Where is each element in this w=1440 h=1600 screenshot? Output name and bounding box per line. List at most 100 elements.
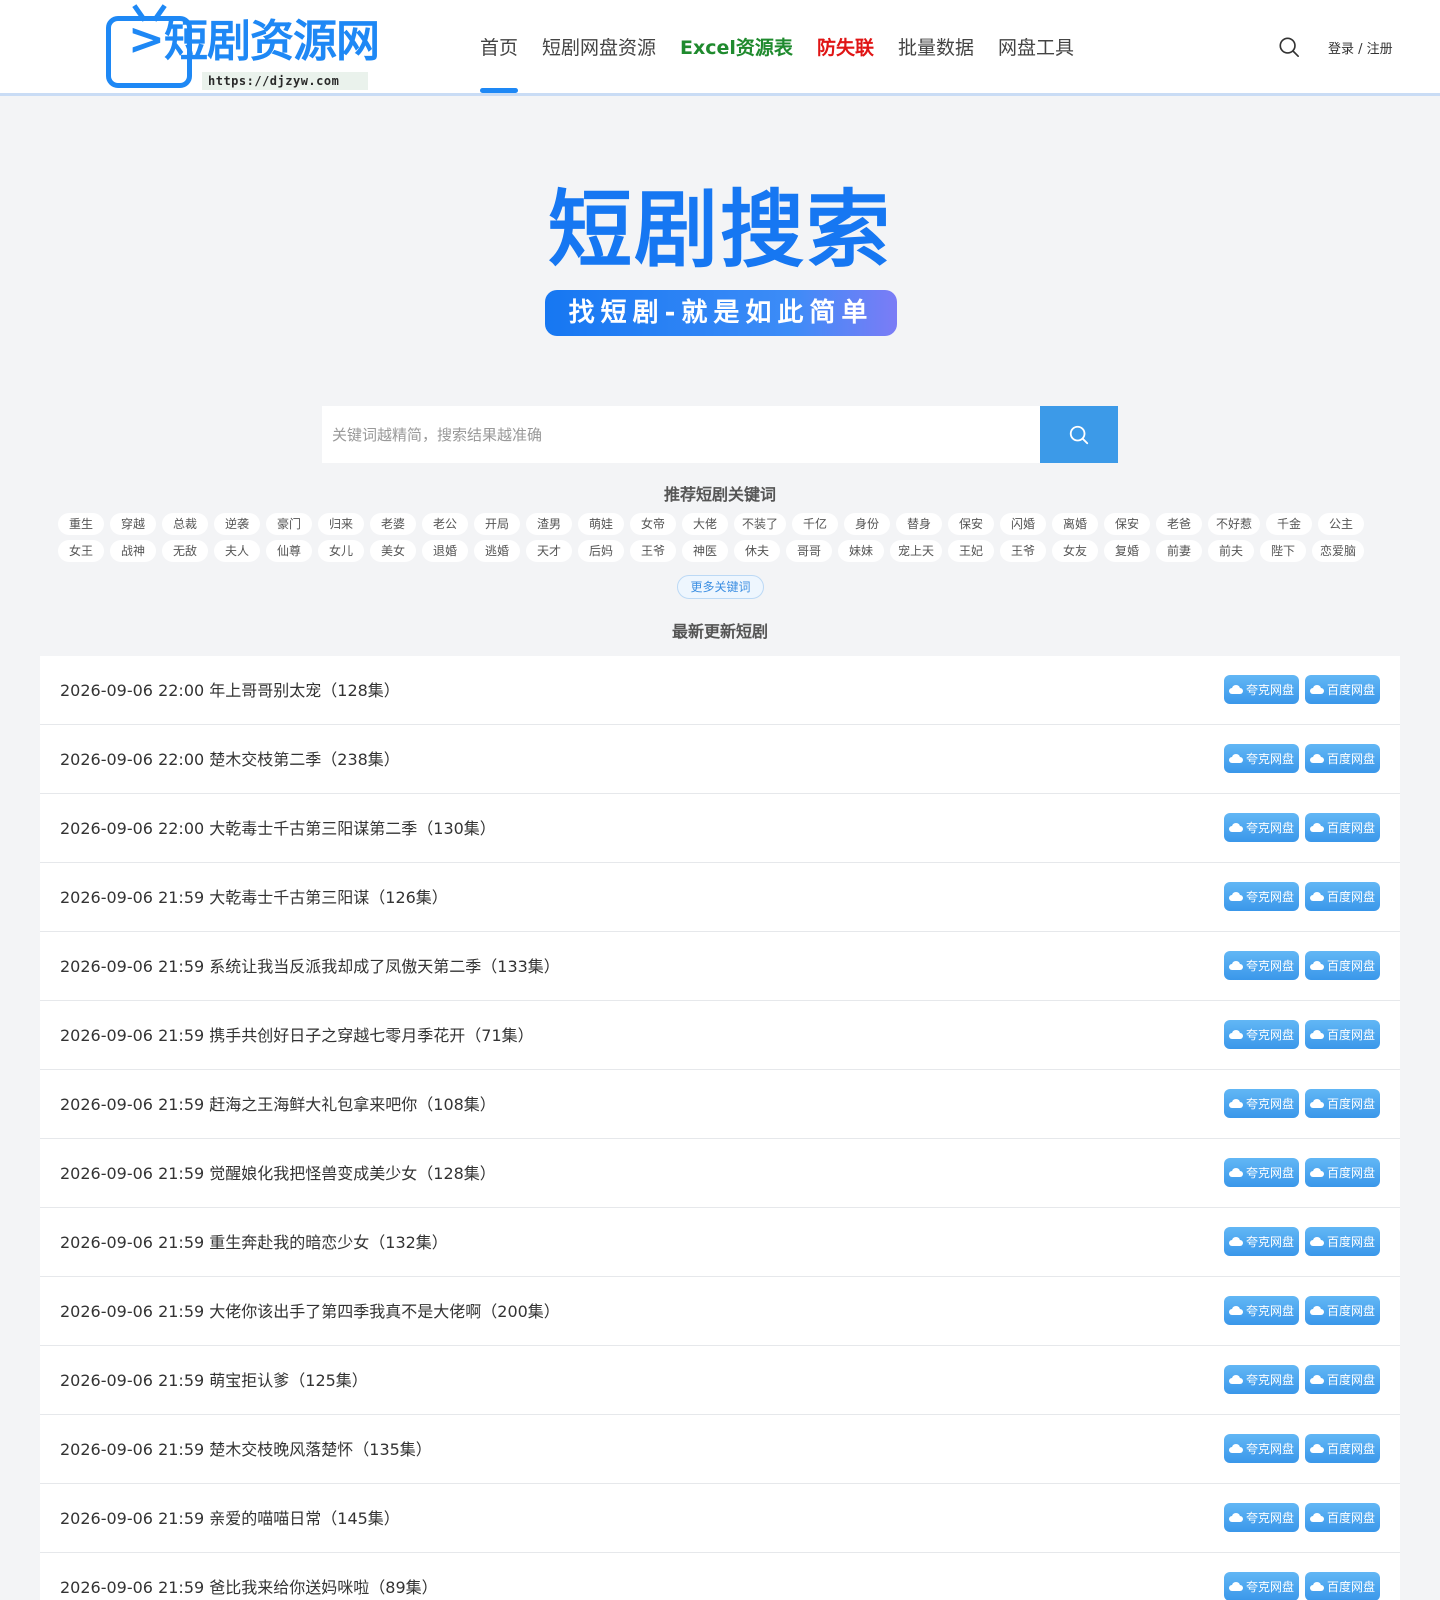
quark-pan-button[interactable]: 夸克网盘 — [1224, 1296, 1299, 1325]
keyword-tag[interactable]: 美女 — [370, 540, 416, 562]
baidu-pan-button[interactable]: 百度网盘 — [1305, 675, 1380, 704]
keyword-tag[interactable]: 哥哥 — [786, 540, 832, 562]
search-button[interactable] — [1040, 406, 1118, 463]
keyword-tag[interactable]: 逆袭 — [214, 513, 260, 535]
drama-link[interactable]: 2026-09-06 21:59 觉醒娘化我把怪兽变成美少女（128集） — [60, 1160, 496, 1184]
baidu-pan-button[interactable]: 百度网盘 — [1305, 1158, 1380, 1187]
search-input[interactable] — [322, 406, 1040, 463]
baidu-pan-button[interactable]: 百度网盘 — [1305, 1296, 1380, 1325]
keyword-tag[interactable]: 不装了 — [734, 513, 787, 535]
keyword-tag[interactable]: 渣男 — [526, 513, 572, 535]
quark-pan-button[interactable]: 夸克网盘 — [1224, 1020, 1299, 1049]
keyword-tag[interactable]: 身份 — [844, 513, 891, 535]
keyword-tag[interactable]: 夫人 — [214, 540, 260, 562]
baidu-pan-button[interactable]: 百度网盘 — [1305, 1365, 1380, 1394]
nav-item[interactable]: 短剧网盘资源 — [542, 0, 656, 96]
keyword-tag[interactable]: 恋爱脑 — [1312, 540, 1365, 562]
keyword-tag[interactable]: 女儿 — [318, 540, 364, 562]
keyword-tag[interactable]: 女友 — [1052, 540, 1099, 562]
drama-link[interactable]: 2026-09-06 21:59 赶海之王海鲜大礼包拿来吧你（108集） — [60, 1091, 496, 1115]
baidu-pan-button[interactable]: 百度网盘 — [1305, 1089, 1380, 1118]
keyword-tag[interactable]: 前妻 — [1156, 540, 1203, 562]
quark-pan-button[interactable]: 夸克网盘 — [1224, 1434, 1299, 1463]
keyword-tag[interactable]: 天才 — [526, 540, 572, 562]
site-logo[interactable]: > 短剧资源网 https://djzyw.com — [106, 6, 380, 90]
keyword-tag[interactable]: 宠上天 — [890, 540, 943, 562]
keyword-tag[interactable]: 后妈 — [578, 540, 624, 562]
keyword-tag[interactable]: 不好惹 — [1208, 513, 1261, 535]
quark-pan-button[interactable]: 夸克网盘 — [1224, 1158, 1299, 1187]
nav-item[interactable]: 网盘工具 — [998, 0, 1074, 96]
keyword-tag[interactable]: 千金 — [1266, 513, 1313, 535]
keyword-tag[interactable]: 仙尊 — [266, 540, 312, 562]
baidu-pan-button[interactable]: 百度网盘 — [1305, 813, 1380, 842]
drama-link[interactable]: 2026-09-06 21:59 重生奔赴我的暗恋少女（132集） — [60, 1229, 448, 1253]
quark-pan-button[interactable]: 夸克网盘 — [1224, 675, 1299, 704]
keyword-tag[interactable]: 公主 — [1318, 513, 1365, 535]
quark-pan-button[interactable]: 夸克网盘 — [1224, 1503, 1299, 1532]
keyword-tag[interactable]: 替身 — [896, 513, 943, 535]
keyword-tag[interactable]: 退婚 — [422, 540, 468, 562]
keyword-tag[interactable]: 千亿 — [792, 513, 839, 535]
baidu-pan-button[interactable]: 百度网盘 — [1305, 1503, 1380, 1532]
baidu-pan-button[interactable]: 百度网盘 — [1305, 1572, 1380, 1600]
keyword-tag[interactable]: 老婆 — [370, 513, 416, 535]
keyword-tag[interactable]: 前夫 — [1208, 540, 1255, 562]
keyword-tag[interactable]: 归来 — [318, 513, 364, 535]
keyword-tag[interactable]: 萌娃 — [578, 513, 624, 535]
baidu-pan-button[interactable]: 百度网盘 — [1305, 1434, 1380, 1463]
keyword-tag[interactable]: 保安 — [1104, 513, 1151, 535]
nav-item[interactable]: 防失联 — [817, 0, 874, 96]
drama-link[interactable]: 2026-09-06 22:00 大乾毒士千古第三阳谋第二季（130集） — [60, 815, 496, 839]
drama-link[interactable]: 2026-09-06 21:59 亲爱的喵喵日常（145集） — [60, 1505, 400, 1529]
baidu-pan-button[interactable]: 百度网盘 — [1305, 1227, 1380, 1256]
keyword-tag[interactable]: 大佬 — [682, 513, 728, 535]
keyword-tag[interactable]: 王爷 — [1000, 540, 1047, 562]
quark-pan-button[interactable]: 夸克网盘 — [1224, 1089, 1299, 1118]
quark-pan-button[interactable]: 夸克网盘 — [1224, 1227, 1299, 1256]
keyword-tag[interactable]: 重生 — [58, 513, 104, 535]
keyword-tag[interactable]: 无敌 — [162, 540, 208, 562]
baidu-pan-button[interactable]: 百度网盘 — [1305, 1020, 1380, 1049]
keyword-tag[interactable]: 开局 — [474, 513, 520, 535]
keyword-tag[interactable]: 女帝 — [630, 513, 676, 535]
nav-item[interactable]: 首页 — [480, 0, 519, 96]
keyword-tag[interactable]: 陛下 — [1260, 540, 1307, 562]
keyword-tag[interactable]: 女王 — [58, 540, 104, 562]
more-keywords-button[interactable]: 更多关键词 — [677, 575, 764, 599]
quark-pan-button[interactable]: 夸克网盘 — [1224, 744, 1299, 773]
drama-link[interactable]: 2026-09-06 21:59 系统让我当反派我却成了凤傲天第二季（133集） — [60, 953, 560, 977]
keyword-tag[interactable]: 闪婚 — [1000, 513, 1047, 535]
search-icon[interactable] — [1278, 36, 1300, 58]
drama-link[interactable]: 2026-09-06 22:00 楚木交枝第二季（238集） — [60, 746, 400, 770]
quark-pan-button[interactable]: 夸克网盘 — [1224, 813, 1299, 842]
keyword-tag[interactable]: 战神 — [110, 540, 156, 562]
keyword-tag[interactable]: 王妃 — [948, 540, 995, 562]
quark-pan-button[interactable]: 夸克网盘 — [1224, 1365, 1299, 1394]
baidu-pan-button[interactable]: 百度网盘 — [1305, 744, 1380, 773]
keyword-tag[interactable]: 老公 — [422, 513, 468, 535]
login-register-link[interactable]: 登录 / 注册 — [1328, 38, 1393, 57]
keyword-tag[interactable]: 豪门 — [266, 513, 312, 535]
drama-link[interactable]: 2026-09-06 21:59 携手共创好日子之穿越七零月季花开（71集） — [60, 1022, 534, 1046]
drama-link[interactable]: 2026-09-06 21:59 萌宝拒认爹（125集） — [60, 1367, 368, 1391]
baidu-pan-button[interactable]: 百度网盘 — [1305, 951, 1380, 980]
keyword-tag[interactable]: 神医 — [682, 540, 728, 562]
keyword-tag[interactable]: 离婚 — [1052, 513, 1099, 535]
keyword-tag[interactable]: 王爷 — [630, 540, 676, 562]
keyword-tag[interactable]: 复婚 — [1104, 540, 1151, 562]
keyword-tag[interactable]: 保安 — [948, 513, 995, 535]
quark-pan-button[interactable]: 夸克网盘 — [1224, 951, 1299, 980]
keyword-tag[interactable]: 老爸 — [1156, 513, 1203, 535]
keyword-tag[interactable]: 逃婚 — [474, 540, 520, 562]
drama-link[interactable]: 2026-09-06 22:00 年上哥哥别太宠（128集） — [60, 677, 400, 701]
quark-pan-button[interactable]: 夸克网盘 — [1224, 882, 1299, 911]
drama-link[interactable]: 2026-09-06 21:59 大佬你该出手了第四季我真不是大佬啊（200集） — [60, 1298, 560, 1322]
drama-link[interactable]: 2026-09-06 21:59 楚木交枝晚风落楚怀（135集） — [60, 1436, 432, 1460]
baidu-pan-button[interactable]: 百度网盘 — [1305, 882, 1380, 911]
keyword-tag[interactable]: 妹妹 — [838, 540, 884, 562]
keyword-tag[interactable]: 穿越 — [110, 513, 156, 535]
nav-item[interactable]: Excel资源表 — [680, 0, 793, 96]
drama-link[interactable]: 2026-09-06 21:59 爸比我来给你送妈咪啦（89集） — [60, 1574, 438, 1598]
keyword-tag[interactable]: 休夫 — [734, 540, 780, 562]
